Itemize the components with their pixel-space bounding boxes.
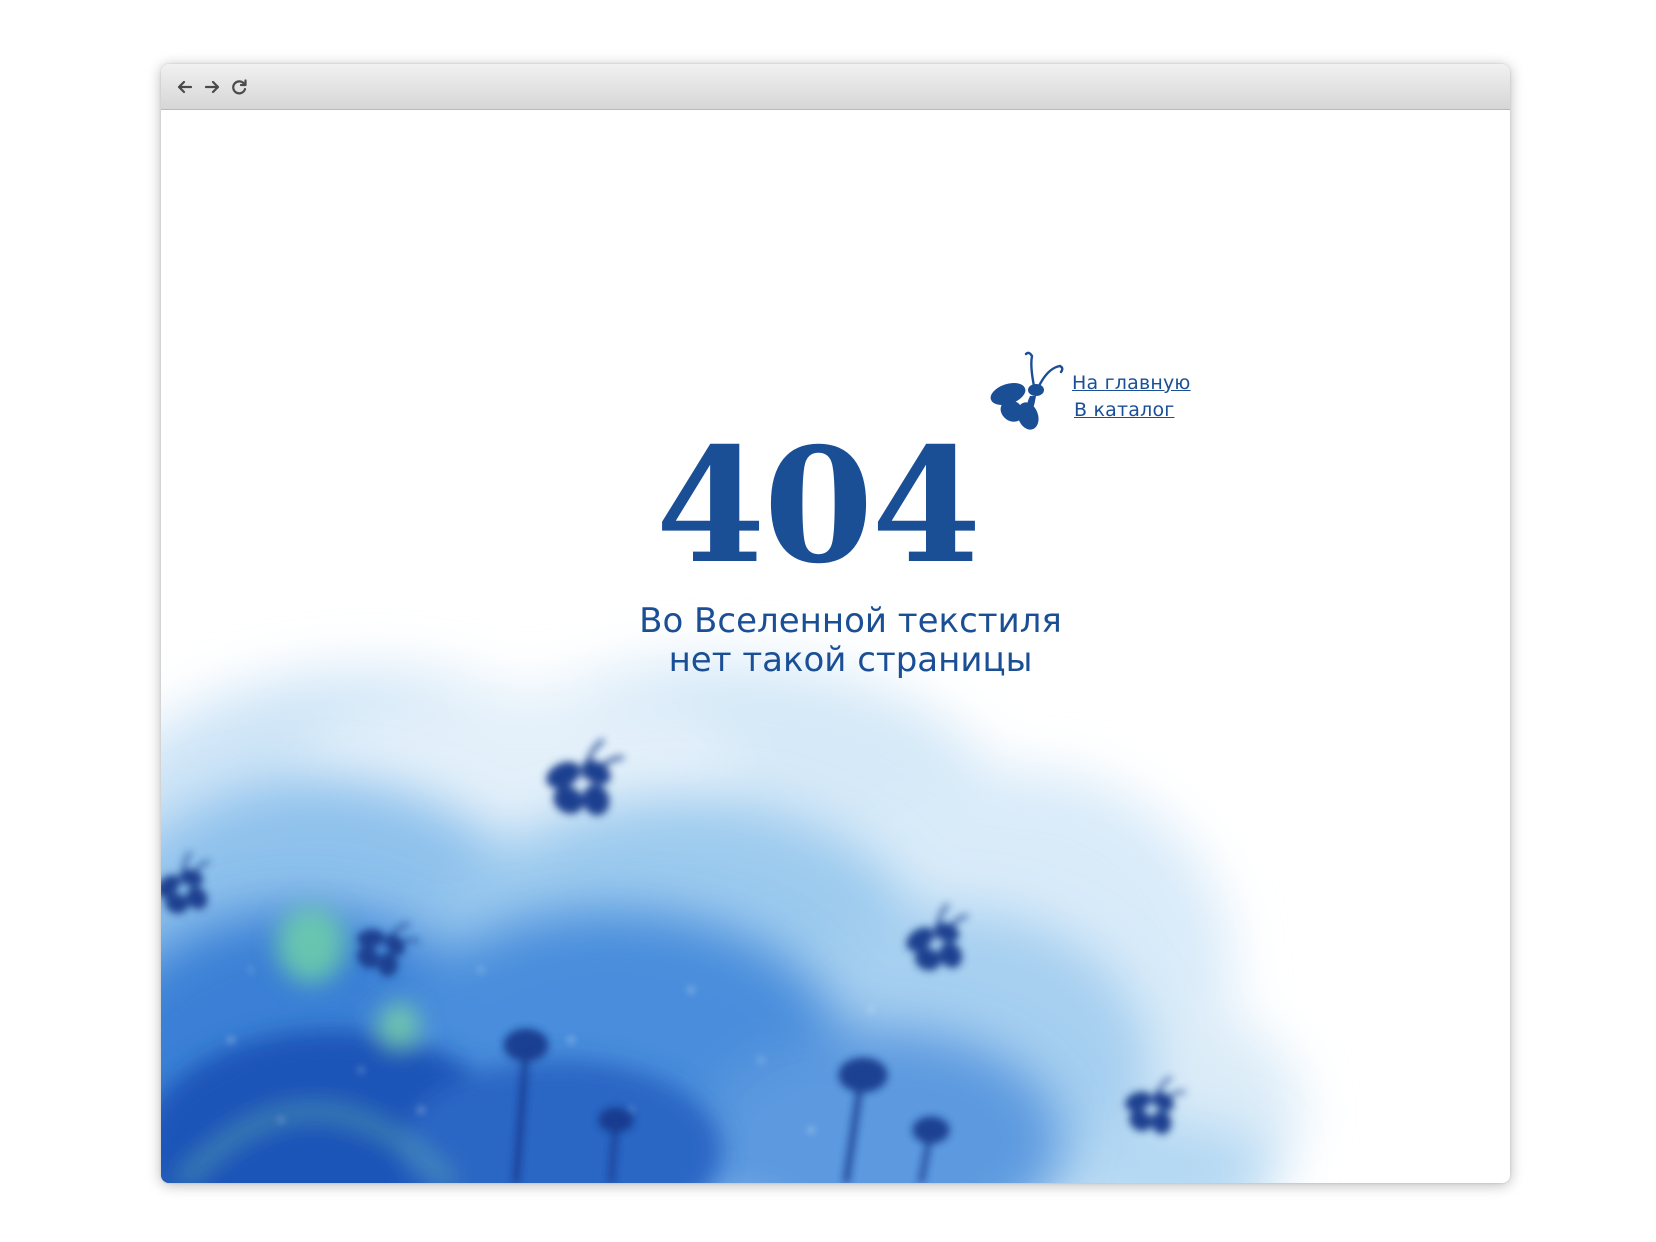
reload-icon[interactable] — [228, 76, 250, 98]
page-viewport: На главную В каталог 404 Во Вселенной те… — [161, 110, 1510, 1183]
catalog-link[interactable]: В каталог — [1074, 399, 1174, 421]
butterfly-icon — [990, 351, 1064, 430]
browser-window: На главную В каталог 404 Во Вселенной те… — [161, 64, 1510, 1183]
forward-arrow-icon[interactable] — [201, 76, 223, 98]
back-arrow-icon[interactable] — [174, 76, 196, 98]
error-message-line-2: нет такой страницы — [668, 640, 1033, 680]
browser-toolbar — [161, 64, 1510, 110]
error-code: 404 — [655, 414, 982, 599]
error-message-line-1: Во Вселенной текстиля — [639, 601, 1062, 641]
error-message: Во Вселенной текстиля нет такой страницы — [191, 602, 1510, 680]
home-link[interactable]: На главную — [1072, 372, 1191, 394]
